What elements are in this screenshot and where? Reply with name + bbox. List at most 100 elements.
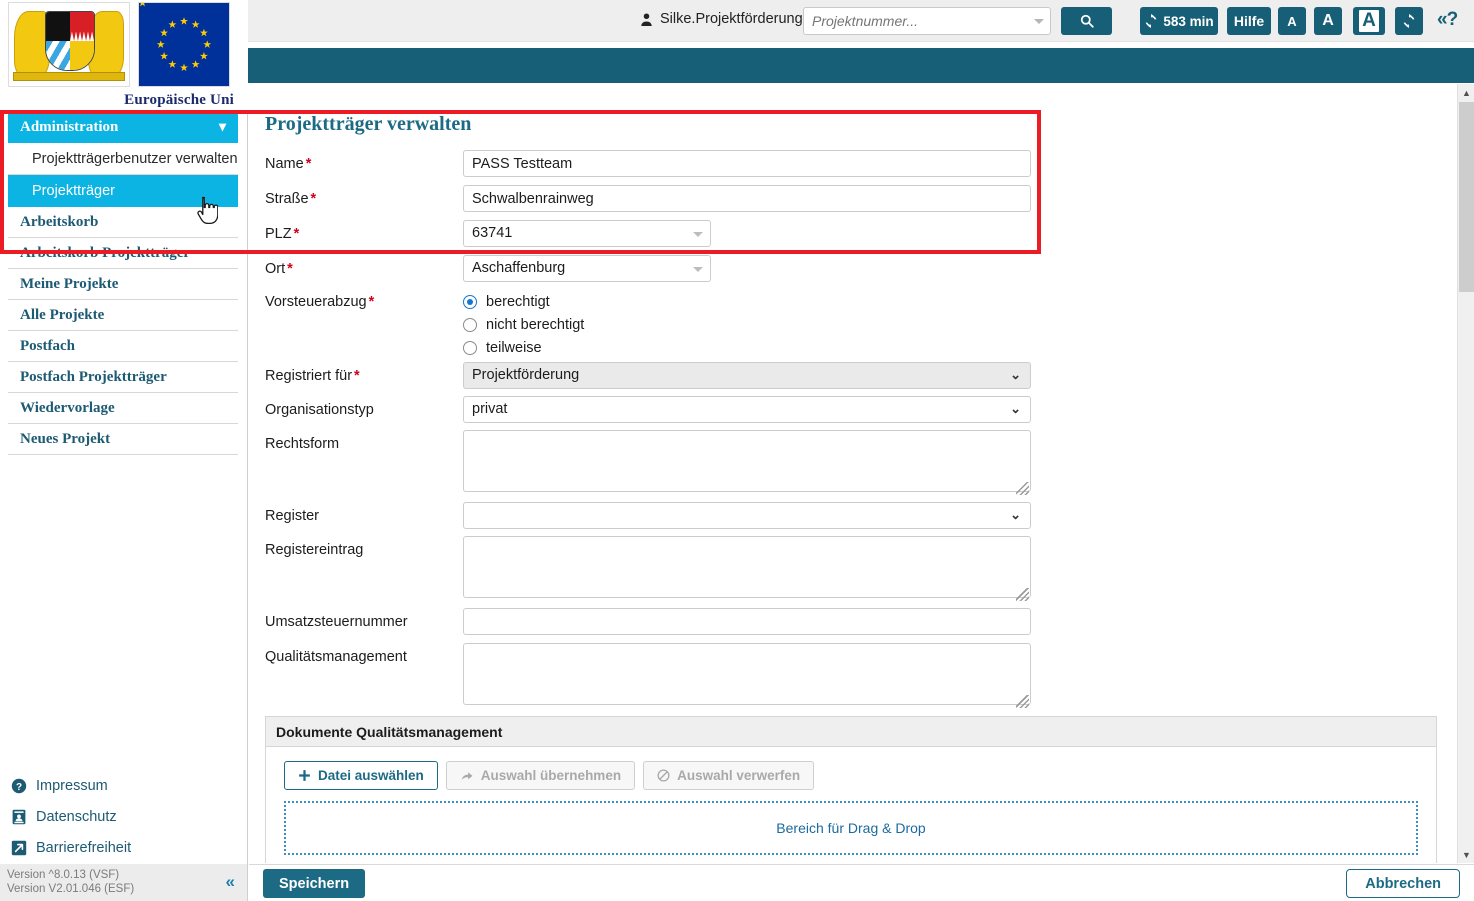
sidebar-link-label: Datenschutz xyxy=(36,808,117,825)
content-scrollbar[interactable]: ▲ ▼ xyxy=(1457,84,1474,863)
documents-panel-body: Datei auswählen Auswahl übernehmen Auswa… xyxy=(266,747,1436,863)
chevron-down-icon[interactable]: ⌄ xyxy=(1010,401,1021,417)
sidebar-item-label: Meine Projekte xyxy=(20,276,119,292)
button-label: Auswahl übernehmen xyxy=(480,768,622,783)
eu-caption: Europäische Uni xyxy=(124,92,234,108)
scrollbar-up-arrow[interactable]: ▲ xyxy=(1458,84,1474,101)
chevron-down-icon[interactable] xyxy=(693,232,703,237)
file-dropzone[interactable]: Bereich für Drag & Drop xyxy=(284,801,1418,855)
rechtsform-textarea[interactable] xyxy=(463,430,1031,492)
sidebar-group-administration[interactable]: Administration ▾ xyxy=(8,112,238,143)
project-search-combobox[interactable] xyxy=(803,7,1051,35)
datei-auswaehlen-button[interactable]: Datei auswählen xyxy=(284,761,438,790)
save-button[interactable]: Speichern xyxy=(263,869,366,898)
session-timer-button[interactable]: 583 min xyxy=(1140,7,1218,35)
chevron-down-icon[interactable]: ⌄ xyxy=(1010,367,1021,383)
label-registriert-fuer: Registriert für * xyxy=(265,368,360,384)
search-input[interactable] xyxy=(804,8,1026,34)
sidebar-link-datenschutz[interactable]: Datenschutz xyxy=(0,801,246,832)
plz-combobox[interactable]: 63741 xyxy=(463,220,711,247)
search-button[interactable] xyxy=(1061,7,1112,35)
strasse-input[interactable] xyxy=(463,185,1031,212)
help-button[interactable]: Hilfe xyxy=(1227,7,1271,35)
button-label: Datei auswählen xyxy=(318,768,424,783)
label-register: Register xyxy=(265,508,319,524)
registriert-fuer-select[interactable]: Projektförderung ⌄ xyxy=(463,362,1031,389)
font-size-medium-button[interactable]: A xyxy=(1314,7,1342,35)
label-plz: PLZ * xyxy=(265,226,299,242)
required-marker: * xyxy=(293,226,300,242)
font-size-small-button[interactable]: A xyxy=(1278,7,1306,35)
form-row-registriert-fuer: Registriert für * Projektförderung ⌄ xyxy=(265,362,1055,396)
sidebar-link-label: Barrierefreiheit xyxy=(36,839,132,856)
form-row-strasse: Straße * xyxy=(265,185,1055,220)
sidebar-item-postfach-projekttraeger[interactable]: Postfach Projektträger xyxy=(8,362,238,393)
label-text: Umsatzsteuernummer xyxy=(265,614,408,630)
form-row-qualitaetsmanagement: Qualitätsmanagement xyxy=(265,643,1055,709)
radio-option-teilweise[interactable]: teilweise xyxy=(463,336,584,359)
scrollbar-thumb[interactable] xyxy=(1459,102,1474,292)
organisationstyp-value: privat xyxy=(472,401,508,417)
ort-value: Aschaffenburg xyxy=(472,260,566,276)
sidebar-item-meine-projekte[interactable]: Meine Projekte xyxy=(8,269,238,300)
chevron-down-icon[interactable] xyxy=(1034,19,1044,24)
sidebar-item-projekttraeger[interactable]: Projektträger xyxy=(8,175,238,207)
cancel-button[interactable]: Abbrechen xyxy=(1346,869,1460,898)
sidebar-item-label: Projektträger xyxy=(32,183,116,199)
qualitaetsmanagement-textarea[interactable] xyxy=(463,643,1031,705)
form-action-bar: Speichern Abbrechen xyxy=(249,864,1474,901)
sidebar-item-wiedervorlage[interactable]: Wiedervorlage xyxy=(8,393,238,424)
version-bar: Version ^8.0.13 (VSF) Version V2.01.046 … xyxy=(0,864,247,901)
sidebar-item-label: Projektträgerbenutzer verwalten xyxy=(32,151,238,167)
sidebar-link-impressum[interactable]: ? Impressum xyxy=(0,770,246,801)
font-size-large-button[interactable]: A xyxy=(1353,7,1385,35)
label-text: Vorsteuerabzug xyxy=(265,294,367,310)
auswahl-verwerfen-button[interactable]: Auswahl verwerfen xyxy=(643,761,815,790)
teal-header-band xyxy=(248,48,1474,83)
radio-label: berechtigt xyxy=(486,293,550,310)
scrollbar-down-arrow[interactable]: ▼ xyxy=(1458,846,1474,863)
chevron-down-icon[interactable] xyxy=(693,267,703,272)
user-name: Silke.Projektförderung xyxy=(660,11,803,27)
organisationstyp-select[interactable]: privat ⌄ xyxy=(463,396,1031,423)
eu-flag-icon xyxy=(138,2,230,87)
application-window: Europäische Uni Silke.Projektförderung 5… xyxy=(0,0,1474,901)
label-registereintrag: Registereintrag xyxy=(265,542,363,558)
register-select[interactable]: ⌄ xyxy=(463,502,1031,529)
arrow-out-icon xyxy=(11,840,27,855)
radio-option-nicht-berechtigt[interactable]: nicht berechtigt xyxy=(463,313,584,336)
registereintrag-textarea[interactable] xyxy=(463,536,1031,598)
sidebar-item-label: Alle Projekte xyxy=(20,307,105,323)
user-icon xyxy=(641,12,652,26)
help-panel-toggle[interactable]: «? xyxy=(1437,9,1458,31)
umsatzsteuernummer-input[interactable] xyxy=(463,608,1031,635)
label-organisationstyp: Organisationstyp xyxy=(265,402,374,418)
sidebar-item-label: Arbeitskorb Projektträger xyxy=(20,245,191,261)
sidebar-link-barrierefreiheit[interactable]: Barrierefreiheit xyxy=(0,832,246,863)
bavaria-coat-of-arms-icon xyxy=(8,2,130,87)
sidebar-collapse-button[interactable]: « xyxy=(226,872,236,892)
sidebar-item-projekttraegerbenutzer-verwalten[interactable]: Projektträgerbenutzer verwalten xyxy=(8,143,238,175)
label-text: Straße xyxy=(265,191,309,207)
radio-label: teilweise xyxy=(486,339,542,356)
sidebar-item-neues-projekt[interactable]: Neues Projekt xyxy=(8,424,238,455)
chevron-down-icon[interactable]: ⌄ xyxy=(1010,507,1021,523)
refresh-icon xyxy=(1146,14,1157,28)
radio-indicator[interactable] xyxy=(463,340,477,355)
sidebar-item-arbeitskorb-projekttraeger[interactable]: Arbeitskorb Projektträger xyxy=(8,238,238,269)
sidebar-item-arbeitskorb[interactable]: Arbeitskorb xyxy=(8,207,238,238)
registriert-fuer-value: Projektförderung xyxy=(472,367,580,383)
sidebar-item-postfach[interactable]: Postfach xyxy=(8,331,238,362)
radio-label: nicht berechtigt xyxy=(486,316,585,333)
sidebar-item-alle-projekte[interactable]: Alle Projekte xyxy=(8,300,238,331)
reload-button[interactable] xyxy=(1395,7,1423,35)
radio-indicator[interactable] xyxy=(463,294,477,309)
name-input[interactable] xyxy=(463,150,1031,177)
search-icon xyxy=(1080,14,1094,28)
radio-indicator[interactable] xyxy=(463,317,477,332)
ort-combobox[interactable]: Aschaffenburg xyxy=(463,255,711,282)
form-row-vorsteuerabzug: Vorsteuerabzug * berechtigt nicht berecht… xyxy=(265,290,1055,362)
auswahl-uebernehmen-button[interactable]: Auswahl übernehmen xyxy=(445,761,636,790)
radio-option-berechtigt[interactable]: berechtigt xyxy=(463,290,584,313)
label-vorsteuerabzug: Vorsteuerabzug * xyxy=(265,294,374,310)
